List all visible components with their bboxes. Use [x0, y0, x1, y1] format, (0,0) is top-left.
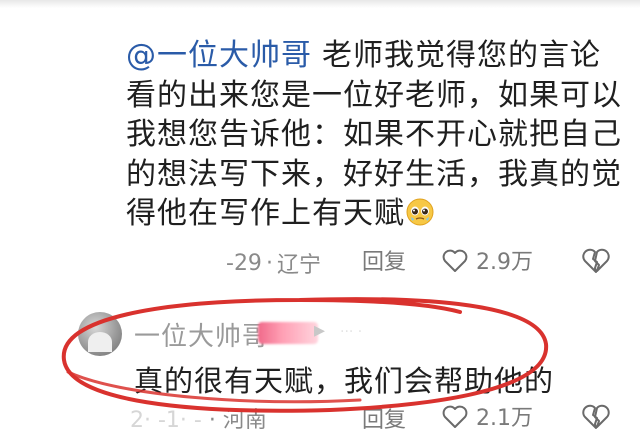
blurred-info: ··· ·: [340, 324, 363, 340]
meta-separator: ·: [208, 408, 223, 433]
mention-link[interactable]: @一位大帅哥: [126, 38, 312, 73]
comment-like-count: 2.9万: [476, 250, 533, 275]
top-edge: [0, 0, 640, 8]
reply-like-count: 2.1万: [476, 406, 533, 431]
reply-text: 真的很有天赋，我们会帮助他的: [134, 364, 555, 398]
reply-like-button[interactable]: 2.1万: [440, 400, 533, 432]
reply-reply-button[interactable]: 回复: [362, 402, 406, 434]
reply-meta: 2· -1· - · 河南: [130, 402, 267, 434]
comment-meta: -29 · 辽宁: [226, 246, 321, 280]
comment-text-block: @一位大帅哥 老师我觉得您的言论看的出来您是一位好老师，如果可以我想您告诉他：如果…: [126, 36, 626, 234]
chevron-right-icon: ▸: [314, 318, 326, 343]
blurred-badge: [258, 322, 318, 344]
reply-username[interactable]: 一位大帅哥: [134, 316, 269, 353]
broken-heart-icon[interactable]: [580, 244, 612, 276]
comment-date: -29: [226, 250, 262, 276]
comment-location: 辽宁: [276, 253, 321, 278]
reply-location: 河南: [222, 408, 267, 433]
comment-like-button[interactable]: 2.9万: [440, 244, 533, 276]
meta-separator: ·: [265, 250, 273, 276]
reply-date: 2· -1· -: [130, 408, 202, 433]
comment-body: @一位大帅哥 老师我觉得您的言论看的出来您是一位好老师，如果可以我想您告诉他：如果…: [126, 36, 626, 234]
heart-icon: [442, 249, 468, 272]
broken-heart-icon[interactable]: [580, 400, 612, 432]
avatar[interactable]: [78, 312, 122, 356]
heart-icon: [442, 405, 468, 428]
comment-reply-button[interactable]: 回复: [362, 246, 406, 280]
pleading-face-emoji-icon: [406, 198, 434, 226]
